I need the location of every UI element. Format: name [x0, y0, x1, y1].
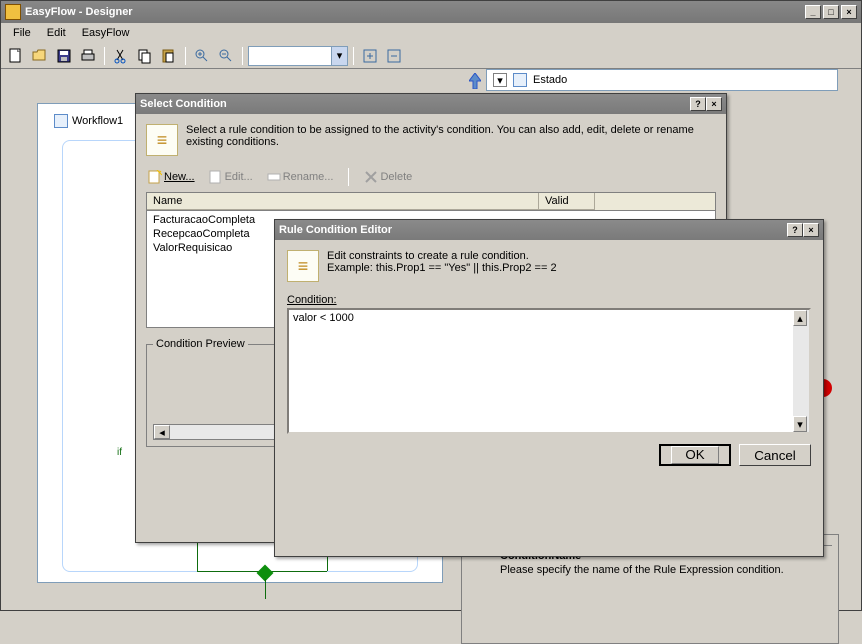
conditions-list-header: Name Valid — [146, 192, 716, 210]
workflow-name: Workflow1 — [72, 115, 123, 127]
condition-textarea[interactable]: valor < 1000 ▴ ▾ — [287, 308, 811, 434]
open-folder-icon[interactable] — [29, 45, 51, 67]
main-window: EasyFlow - Designer _ □ × File Edit Easy… — [0, 0, 862, 611]
select-condition-toolbar: New... Edit... Rename... — [146, 168, 716, 186]
scroll-down-icon[interactable]: ▾ — [793, 416, 807, 432]
save-icon[interactable] — [53, 45, 75, 67]
if-label: if — [117, 447, 122, 458]
scroll-left-icon[interactable]: ◂ — [154, 425, 170, 439]
menubar: File Edit EasyFlow — [1, 23, 861, 43]
estado-icon — [513, 73, 527, 87]
select-condition-title: Select Condition — [140, 98, 690, 110]
edit-condition-button[interactable]: Edit... — [207, 168, 255, 186]
delete-condition-button[interactable]: Delete — [362, 168, 414, 186]
prop-description: Please specify the name of the Rule Expr… — [500, 564, 828, 576]
copy-icon[interactable] — [134, 45, 156, 67]
rules-icon — [146, 124, 178, 156]
rule-editor-line2: Example: this.Prop1 == "Yes" || this.Pro… — [327, 262, 811, 274]
collapse-icon[interactable] — [383, 45, 405, 67]
col-name[interactable]: Name — [147, 193, 539, 210]
new-condition-button[interactable]: New... — [146, 168, 197, 186]
menu-easyflow[interactable]: EasyFlow — [74, 25, 138, 41]
chevron-down-icon[interactable]: ▾ — [331, 47, 347, 65]
paste-icon[interactable] — [158, 45, 180, 67]
titlebar: EasyFlow - Designer _ □ × — [1, 1, 861, 23]
minimize-button[interactable]: _ — [805, 5, 821, 19]
connector-line — [265, 579, 266, 599]
maximize-button[interactable]: □ — [823, 5, 839, 19]
expand-icon[interactable] — [359, 45, 381, 67]
help-button[interactable]: ? — [690, 97, 706, 111]
estado-tab[interactable]: ▾ Estado — [486, 69, 838, 91]
vertical-scrollbar[interactable]: ▴ ▾ — [793, 310, 809, 432]
toolbar: ▾ — [1, 43, 861, 69]
new-file-icon[interactable] — [5, 45, 27, 67]
close-button[interactable]: × — [841, 5, 857, 19]
canvas-area: ▾ Estado Workflow1 if Here Here — [1, 69, 861, 610]
rule-editor-title: Rule Condition Editor — [279, 224, 787, 236]
window-title: EasyFlow - Designer — [25, 6, 805, 18]
rule-condition-editor-dialog: Rule Condition Editor ? × Edit constrain… — [274, 219, 824, 557]
cut-icon[interactable] — [110, 45, 132, 67]
workflow-root[interactable]: Workflow1 — [54, 114, 123, 128]
zoom-combo[interactable]: ▾ — [248, 46, 348, 66]
zoom-in-icon[interactable] — [191, 45, 213, 67]
menu-edit[interactable]: Edit — [39, 25, 74, 41]
col-valid[interactable]: Valid — [539, 193, 595, 210]
workflow-icon — [54, 114, 68, 128]
properties-help: ConditionName Please specify the name of… — [496, 545, 832, 637]
help-button[interactable]: ? — [787, 223, 803, 237]
estado-close-icon[interactable]: ▾ — [493, 73, 507, 87]
rule-editor-buttons: OK Cancel — [287, 444, 811, 466]
new-icon — [148, 170, 162, 184]
condition-expression: valor < 1000 — [293, 312, 354, 324]
right-dock: ▾ Estado — [486, 69, 838, 91]
condition-preview-legend: Condition Preview — [153, 338, 248, 350]
menu-file[interactable]: File — [5, 25, 39, 41]
delete-icon — [364, 170, 378, 184]
condition-label: Condition: — [287, 294, 811, 306]
dock-arrow-icon — [469, 73, 481, 89]
app-icon — [5, 4, 21, 20]
scroll-up-icon[interactable]: ▴ — [793, 310, 807, 326]
rename-icon — [267, 170, 281, 184]
select-condition-titlebar[interactable]: Select Condition ? × — [136, 94, 726, 114]
rule-editor-titlebar[interactable]: Rule Condition Editor ? × — [275, 220, 823, 240]
close-button[interactable]: × — [706, 97, 722, 111]
ok-button[interactable]: OK — [659, 444, 731, 466]
rule-editor-line1: Edit constraints to create a rule condit… — [327, 250, 811, 262]
cancel-button[interactable]: Cancel — [739, 444, 811, 466]
select-condition-desc: Select a rule condition to be assigned t… — [186, 124, 716, 148]
estado-label: Estado — [533, 74, 567, 86]
print-icon[interactable] — [77, 45, 99, 67]
zoom-out-icon[interactable] — [215, 45, 237, 67]
edit-icon — [209, 170, 223, 184]
close-button[interactable]: × — [803, 223, 819, 237]
rename-condition-button[interactable]: Rename... — [265, 168, 336, 186]
rules-icon — [287, 250, 319, 282]
